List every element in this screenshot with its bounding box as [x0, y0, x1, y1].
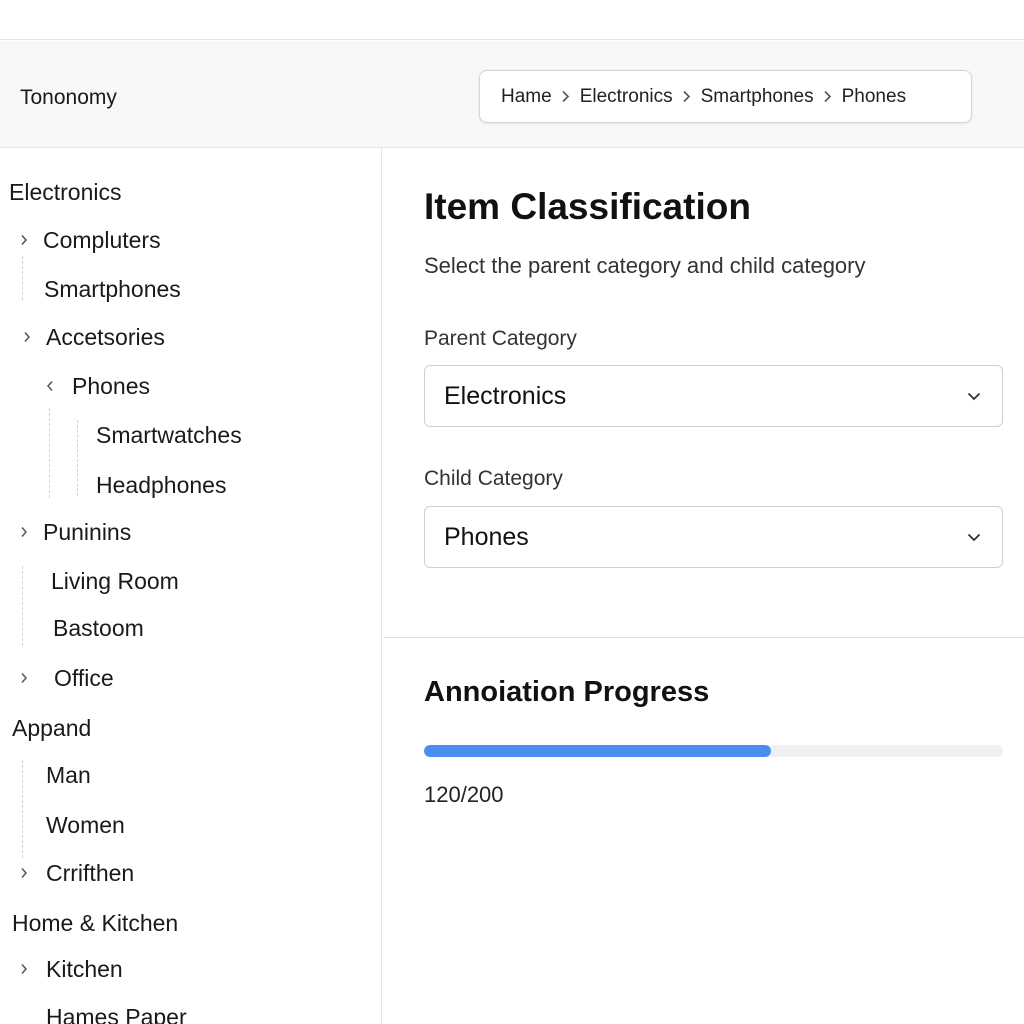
taxonomy-tree: Electronics Compluters Smartphones Accet… — [0, 148, 382, 1024]
tree-item-label: Bastoom — [53, 614, 144, 641]
progress-bar-fill — [424, 745, 772, 757]
chevron-right-icon[interactable] — [18, 525, 30, 539]
tree-guide-line — [22, 256, 23, 300]
tree-item-man[interactable]: Man — [46, 760, 91, 790]
tree-item-puninins[interactable]: Puninins — [21, 517, 132, 547]
app-title: Tononomy — [20, 86, 117, 109]
tree-item-label: Smartphones — [44, 275, 181, 302]
chevron-right-icon — [552, 90, 580, 103]
tree-item-hames-paper[interactable]: Hames Paper — [46, 1002, 187, 1024]
tree-item-compluters[interactable]: Compluters — [21, 225, 161, 255]
chevron-right-icon[interactable] — [18, 671, 30, 685]
progress-bar — [424, 745, 1003, 757]
tree-item-label: Crrifthen — [46, 859, 135, 886]
progress-count: 120/200 — [424, 782, 504, 807]
child-category-label: Child Category — [424, 467, 563, 490]
tree-item-label: Electronics — [9, 178, 122, 205]
tree-item-label: Kitchen — [46, 955, 123, 982]
tree-item-label: Home & Kitchen — [12, 909, 179, 936]
tree-guide-line — [77, 420, 78, 496]
tree-item-label: Accetsories — [46, 323, 165, 350]
tree-item-women[interactable]: Women — [46, 810, 125, 840]
tree-item-headphones[interactable]: Headphones — [96, 470, 226, 500]
page-subtitle: Select the parent category and child cat… — [424, 253, 866, 278]
parent-category-label: Parent Category — [424, 327, 577, 350]
chevron-down-icon — [966, 529, 982, 545]
tree-item-label: Phones — [72, 372, 151, 399]
top-bar — [0, 0, 1024, 40]
tree-item-label: Smartwatches — [96, 421, 242, 448]
tree-item-kitchen[interactable]: Kitchen — [21, 954, 123, 984]
breadcrumb: Hame Electronics Smartphones Phones — [479, 70, 972, 123]
parent-category-value: Electronics — [444, 381, 567, 410]
tree-category-home-kitchen[interactable]: Home & Kitchen — [12, 908, 178, 938]
tree-item-label: Hames Paper — [46, 1003, 187, 1024]
progress-title: Annoiation Progress — [424, 676, 710, 708]
header: Tononomy Hame Electronics Smartphones Ph… — [0, 41, 1024, 148]
tree-guide-line — [49, 408, 50, 498]
tree-item-label: Puninins — [43, 518, 132, 545]
chevron-left-icon[interactable] — [44, 379, 56, 393]
chevron-right-icon[interactable] — [18, 866, 30, 880]
child-category-value: Phones — [444, 522, 529, 551]
tree-item-living-room[interactable]: Living Room — [51, 566, 179, 596]
tree-item-office[interactable]: Office — [21, 663, 114, 693]
breadcrumb-item-electronics[interactable]: Electronics — [580, 86, 673, 108]
parent-category-select[interactable]: Electronics — [424, 365, 1003, 427]
tree-item-smartwatches[interactable]: Smartwatches — [96, 420, 242, 450]
tree-guide-line — [22, 566, 23, 646]
tree-category-appand[interactable]: Appand — [12, 713, 91, 743]
chevron-right-icon[interactable] — [18, 233, 30, 247]
section-divider — [383, 637, 1024, 638]
tree-item-label: Living Room — [51, 567, 179, 594]
chevron-right-icon[interactable] — [18, 962, 30, 976]
tree-item-label: Compluters — [43, 226, 161, 253]
tree-guide-line — [22, 760, 23, 858]
page-title: Item Classification — [424, 186, 751, 227]
tree-item-phones[interactable]: Phones — [46, 371, 151, 401]
chevron-right-icon — [814, 90, 842, 103]
tree-category-electronics[interactable]: Electronics — [9, 177, 121, 207]
child-category-select[interactable]: Phones — [424, 506, 1003, 568]
chevron-right-icon — [673, 90, 701, 103]
breadcrumb-item-smartphones[interactable]: Smartphones — [701, 86, 814, 108]
chevron-down-icon — [966, 388, 982, 404]
breadcrumb-item-phones[interactable]: Phones — [842, 86, 906, 108]
tree-item-label: Women — [46, 811, 125, 838]
tree-item-bastoom[interactable]: Bastoom — [53, 613, 144, 643]
tree-item-label: Headphones — [96, 471, 227, 498]
tree-item-crrifthen[interactable]: Crrifthen — [21, 858, 135, 888]
tree-item-label: Man — [46, 761, 91, 788]
breadcrumb-item-home[interactable]: Hame — [501, 86, 552, 108]
tree-item-label: Office — [54, 664, 114, 691]
tree-item-label: Appand — [12, 714, 92, 741]
tree-item-smartphones[interactable]: Smartphones — [44, 274, 181, 304]
chevron-right-icon[interactable] — [21, 330, 33, 344]
tree-item-accetsories[interactable]: Accetsories — [24, 322, 165, 352]
